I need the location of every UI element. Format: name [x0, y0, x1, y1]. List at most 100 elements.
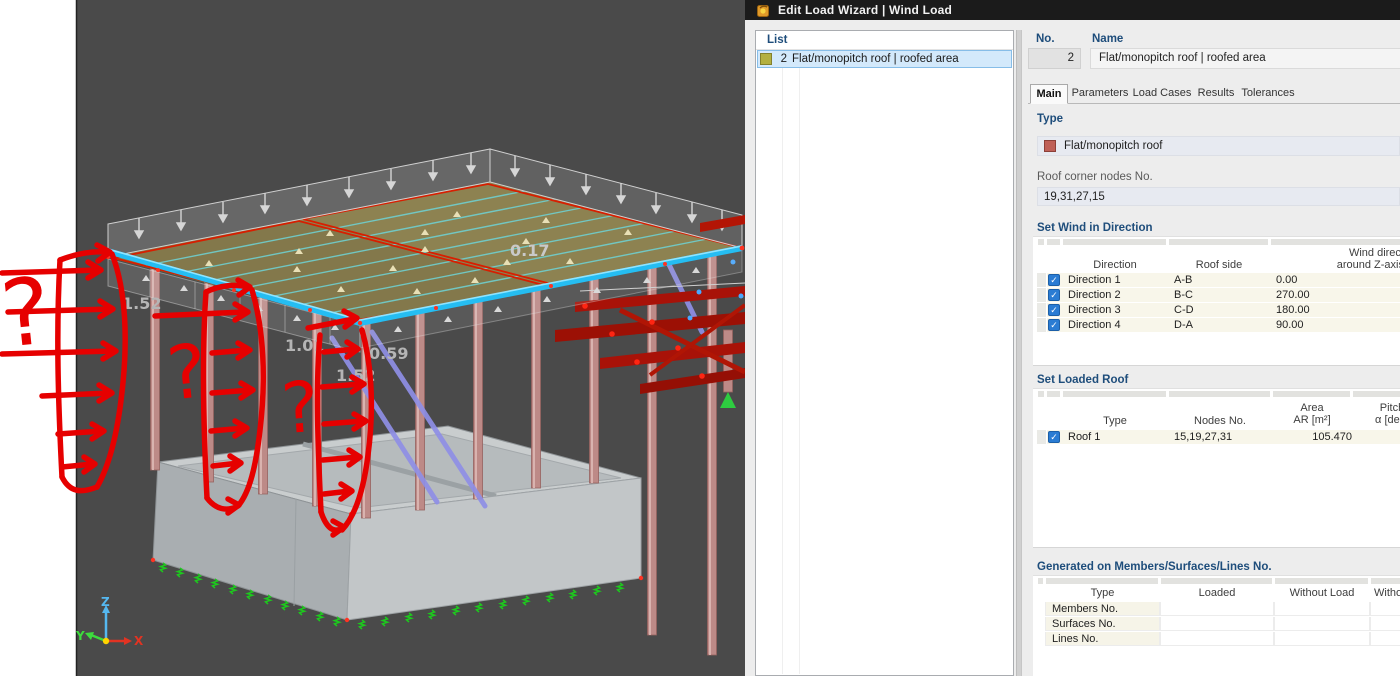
wind-section-title: Set Wind in Direction — [1037, 222, 1153, 234]
without-load-cell[interactable] — [1274, 617, 1370, 631]
tab-main[interactable]: Main — [1030, 84, 1068, 104]
list-column-separator — [799, 50, 800, 674]
col-header-roof-side[interactable]: Roof side — [1168, 259, 1270, 271]
generated-section-title: Generated on Members/Surfaces/Lines No. — [1037, 561, 1272, 573]
col-header-pitch-line2: α [deg] — [1375, 414, 1400, 426]
col-header-direction[interactable]: Direction — [1062, 259, 1168, 271]
list-item-label: Flat/monopitch roof | roofed area — [792, 53, 959, 65]
roof-nodes-label: Roof corner nodes No. — [1037, 171, 1153, 183]
no-label: No. — [1036, 33, 1055, 45]
type-value-row[interactable]: Flat/monopitch roof — [1037, 136, 1400, 156]
load-wizard-icon — [757, 4, 769, 17]
extra-cell[interactable] — [1370, 617, 1400, 631]
col-header-wind-direction-line2: around Z-axis — [1336, 259, 1400, 271]
type-color-swatch — [1044, 140, 1056, 152]
tab-load-cases[interactable]: Load Cases — [1132, 84, 1192, 103]
main-pane: No. 2 Name Flat/monopitch roof | roofed … — [1028, 28, 1400, 676]
type-section-title: Type — [1037, 113, 1063, 125]
load-color-swatch — [760, 53, 772, 65]
roof-side-cell: D-A — [1174, 319, 1193, 331]
row-handle[interactable] — [1037, 430, 1047, 444]
wind-direction-table: Direction Roof side Wind direct around Z… — [1033, 236, 1400, 366]
value-label: 0.17 — [510, 241, 549, 260]
nodes-cell: 15,19,27,31 — [1174, 431, 1233, 443]
loaded-roof-row-1[interactable]: ✓ Roof 1 15,19,27,31 105.470 — [1037, 430, 1400, 445]
axis-y-label: Y — [75, 629, 85, 643]
edit-load-wizard-dialog: Edit Load Wizard | Wind Load List 2 Flat… — [745, 0, 1400, 676]
col-header-pitch-line1: Pitch — [1379, 402, 1400, 414]
row-label: Members No. — [1045, 602, 1160, 616]
tab-tolerances[interactable]: Tolerances — [1240, 84, 1296, 103]
extra-cell[interactable] — [1370, 632, 1400, 646]
roof-side-cell: C-D — [1174, 304, 1194, 316]
load-list-panel: List 2 Flat/monopitch roof | roofed area — [755, 30, 1014, 676]
checkbox-checked-icon[interactable]: ✓ — [1048, 431, 1060, 443]
model-3d-viewport[interactable]: Z Y X 1.52 1.01 0.59 1.52 0.17 ? ? ? — [0, 0, 745, 676]
question-mark-annotation: ? — [279, 366, 322, 450]
wind-row-3[interactable]: ✓ Direction 3 C-D 180.00 — [1037, 303, 1400, 318]
value-label: 1.52 — [122, 294, 161, 313]
angle-cell: 270.00 — [1276, 289, 1310, 301]
without-load-cell[interactable] — [1274, 602, 1370, 616]
loaded-cell[interactable] — [1160, 632, 1274, 646]
roof-nodes-field[interactable]: 19,31,27,15 — [1037, 187, 1400, 206]
dialog-titlebar[interactable]: Edit Load Wizard | Wind Load — [745, 0, 1400, 20]
col-header-wind-direction[interactable]: Wind direct around Z-axis — [1270, 247, 1400, 271]
list-header-label: List — [767, 34, 788, 46]
tab-strip: Main Parameters Load Cases Results Toler… — [1028, 84, 1400, 104]
screenshot-stage: Z Y X 1.52 1.01 0.59 1.52 0.17 ? ? ? Edi… — [0, 0, 1400, 676]
type-value: Flat/monopitch roof — [1064, 140, 1163, 152]
roof-side-cell: A-B — [1174, 274, 1193, 286]
row-handle[interactable] — [1037, 288, 1047, 302]
extra-cell[interactable] — [1370, 602, 1400, 616]
col-header-type[interactable]: Type — [1045, 587, 1160, 599]
direction-cell: Direction 1 — [1068, 274, 1121, 286]
checkbox-checked-icon[interactable]: ✓ — [1048, 289, 1060, 301]
checkbox-checked-icon[interactable]: ✓ — [1048, 274, 1060, 286]
list-item-selected[interactable]: 2 Flat/monopitch roof | roofed area — [757, 50, 1012, 68]
col-header-area-line1: Area — [1300, 402, 1324, 414]
col-header-nodes[interactable]: Nodes No. — [1168, 415, 1272, 427]
name-label: Name — [1092, 33, 1124, 45]
col-header-without-load-2[interactable]: Witho — [1374, 587, 1400, 599]
checkbox-checked-icon[interactable]: ✓ — [1048, 304, 1060, 316]
col-header-type[interactable]: Type — [1062, 415, 1168, 427]
row-handle[interactable] — [1037, 303, 1047, 317]
tab-results[interactable]: Results — [1194, 84, 1238, 103]
col-header-without-load[interactable]: Without Load — [1274, 587, 1370, 599]
generated-table: Type Loaded Without Load Witho Members N… — [1033, 575, 1400, 676]
loaded-roof-table: Type Nodes No. Area AR [m²] Pitch α [deg… — [1033, 388, 1400, 548]
row-handle[interactable] — [1037, 318, 1047, 332]
angle-cell: 90.00 — [1276, 319, 1304, 331]
col-header-area[interactable]: Area AR [m²] — [1272, 402, 1352, 426]
angle-cell: 0.00 — [1276, 274, 1298, 286]
list-item-number: 2 — [780, 53, 787, 65]
no-field[interactable]: 2 — [1028, 48, 1081, 69]
loaded-cell[interactable] — [1160, 617, 1274, 631]
direction-cell: Direction 3 — [1068, 304, 1121, 316]
direction-cell: Direction 4 — [1068, 319, 1121, 331]
loaded-cell[interactable] — [1160, 602, 1274, 616]
wind-row-4[interactable]: ✓ Direction 4 D-A 90.00 — [1037, 318, 1400, 333]
col-header-pitch[interactable]: Pitch α [deg] — [1352, 402, 1400, 426]
axis-z-label: Z — [101, 595, 110, 609]
tab-parameters[interactable]: Parameters — [1070, 84, 1130, 103]
row-handle[interactable] — [1037, 273, 1047, 287]
checkbox-checked-icon[interactable]: ✓ — [1048, 319, 1060, 331]
list-header: List — [756, 31, 1013, 50]
name-field[interactable]: Flat/monopitch roof | roofed area — [1090, 48, 1400, 69]
wind-row-1[interactable]: ✓ Direction 1 A-B 0.00 — [1037, 273, 1400, 288]
angle-cell: 180.00 — [1276, 304, 1310, 316]
without-load-cell[interactable] — [1274, 632, 1370, 646]
roof-side-cell: B-C — [1174, 289, 1193, 301]
wind-row-2[interactable]: ✓ Direction 2 B-C 270.00 — [1037, 288, 1400, 303]
row-label: Surfaces No. — [1045, 617, 1160, 631]
roof-nodes-value: 19,31,27,15 — [1044, 190, 1105, 203]
list-column-separator — [782, 50, 783, 674]
panel-splitter[interactable] — [1016, 30, 1022, 676]
direction-cell: Direction 2 — [1068, 289, 1121, 301]
area-cell: 105.470 — [1312, 431, 1352, 443]
axis-x-label: X — [134, 634, 144, 648]
dialog-title: Edit Load Wizard | Wind Load — [778, 3, 953, 17]
col-header-loaded[interactable]: Loaded — [1160, 587, 1274, 599]
